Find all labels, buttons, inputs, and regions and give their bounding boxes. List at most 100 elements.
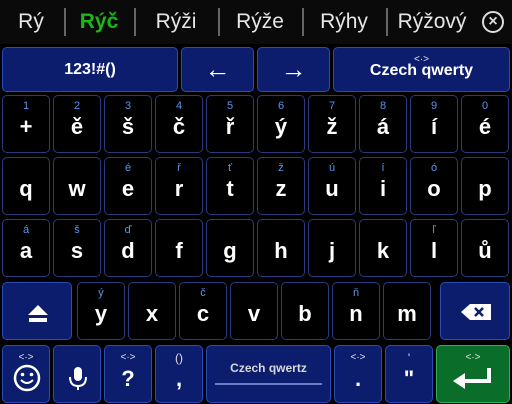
enter-key[interactable]: <·> [436, 345, 510, 403]
key-hint: 7 [328, 100, 336, 112]
smiley-icon [13, 364, 41, 392]
key-label: z [275, 176, 287, 201]
letter-key[interactable]: v [230, 282, 278, 340]
letter-key[interactable]: ů [461, 219, 509, 277]
number-key[interactable]: 1 + [2, 95, 50, 153]
backspace-icon [461, 304, 491, 320]
key-hint: 8 [379, 100, 387, 112]
key-hint: ú [328, 162, 336, 174]
emoji-key[interactable]: <·> [2, 345, 50, 403]
symbols-key[interactable]: 123!#() [2, 47, 178, 92]
key-label: g [223, 238, 237, 263]
quote-key-label: " [403, 366, 415, 391]
key-label: a [19, 238, 33, 263]
key-label: h [274, 238, 288, 263]
shift-key[interactable] [2, 282, 72, 340]
letter-key[interactable]: x [128, 282, 176, 340]
key-label: p [478, 176, 492, 201]
key-hint: 1 [22, 100, 30, 112]
key-label: o [427, 176, 441, 201]
letter-key[interactable]: w [53, 157, 101, 215]
number-key[interactable]: 6ý [257, 95, 305, 153]
key-label: n [349, 301, 363, 326]
voice-input-key[interactable] [53, 345, 101, 403]
number-key[interactable]: 5ř [206, 95, 254, 153]
key-hint: ř [177, 162, 181, 174]
letter-key[interactable]: áa [2, 219, 50, 277]
key-hint: ď [124, 224, 132, 236]
key-label: i [379, 176, 387, 201]
letter-key[interactable]: ťt [206, 157, 254, 215]
key-label: l [430, 238, 438, 263]
language-label: Czech qwerty [369, 61, 474, 79]
key-label: ů [478, 238, 492, 263]
period-key-hint: <·> [350, 352, 366, 363]
letter-key[interactable]: ďd [104, 219, 152, 277]
number-key[interactable]: 7ž [308, 95, 356, 153]
key-label: d [121, 238, 135, 263]
question-mark-key[interactable]: <·> ? [104, 345, 152, 403]
letter-key[interactable]: ée [104, 157, 152, 215]
period-key[interactable]: <·> . [334, 345, 382, 403]
close-icon[interactable]: × [482, 11, 504, 33]
arrow-right-icon: → [280, 54, 307, 84]
letter-key[interactable]: óo [410, 157, 458, 215]
key-label: c [196, 301, 210, 326]
number-key[interactable]: 8á [359, 95, 407, 153]
key-label: e [121, 176, 135, 201]
letter-key[interactable]: p [461, 157, 509, 215]
letter-key[interactable]: úu [308, 157, 356, 215]
key-label: ž [326, 114, 338, 139]
arrow-left-icon: ← [204, 54, 231, 84]
suggestion-4[interactable]: Rýhy [304, 0, 384, 44]
letter-key[interactable]: b [281, 282, 329, 340]
number-key[interactable]: 3š [104, 95, 152, 153]
backspace-key[interactable] [440, 282, 510, 340]
number-key[interactable]: 2ě [53, 95, 101, 153]
comma-key[interactable]: () , [155, 345, 203, 403]
space-bar[interactable]: Czech qwertz [206, 345, 331, 403]
question-key-label: ? [121, 366, 135, 391]
letter-key[interactable]: h [257, 219, 305, 277]
key-label: k [376, 238, 390, 263]
letter-key[interactable]: f [155, 219, 203, 277]
letter-key[interactable]: ľl [410, 219, 458, 277]
letter-key[interactable]: řr [155, 157, 203, 215]
letter-key[interactable]: žz [257, 157, 305, 215]
cursor-left-key[interactable]: ← [181, 47, 254, 92]
number-key[interactable]: 9í [410, 95, 458, 153]
number-key[interactable]: 0é [461, 95, 509, 153]
suggestion-3[interactable]: Rýže [220, 0, 300, 44]
letter-key[interactable]: ňn [332, 282, 380, 340]
key-label: q [19, 176, 33, 201]
key-hint: á [22, 224, 30, 236]
key-hint: č [200, 287, 206, 299]
letter-key[interactable]: ýy [77, 282, 125, 340]
letter-key[interactable]: m [383, 282, 431, 340]
letter-key[interactable]: šs [53, 219, 101, 277]
key-label: á [376, 114, 390, 139]
number-key[interactable]: 4č [155, 95, 203, 153]
language-switch-key[interactable]: <·> Czech qwerty [333, 47, 510, 92]
key-label: í [430, 114, 438, 139]
key-hint: 4 [175, 100, 183, 112]
letter-key[interactable]: j [308, 219, 356, 277]
key-hint: é [124, 162, 132, 174]
letter-key[interactable]: q [2, 157, 50, 215]
cursor-right-key[interactable]: → [257, 47, 330, 92]
key-label: v [247, 301, 261, 326]
suggestion-1[interactable]: Rýč [66, 0, 132, 44]
key-label: b [298, 301, 312, 326]
key-hint: 9 [430, 100, 438, 112]
key-hint: ň [352, 287, 360, 299]
suggestion-2[interactable]: Rýži [136, 0, 216, 44]
letter-key[interactable]: g [206, 219, 254, 277]
letter-key[interactable]: čc [179, 282, 227, 340]
key-label: w [68, 176, 86, 201]
key-hint: ý [98, 287, 104, 299]
letter-key[interactable]: k [359, 219, 407, 277]
suggestion-5[interactable]: Rýžový [388, 0, 476, 44]
quote-key[interactable]: ' " [385, 345, 433, 403]
suggestion-0[interactable]: Rý [0, 0, 62, 44]
letter-key[interactable]: íi [359, 157, 407, 215]
